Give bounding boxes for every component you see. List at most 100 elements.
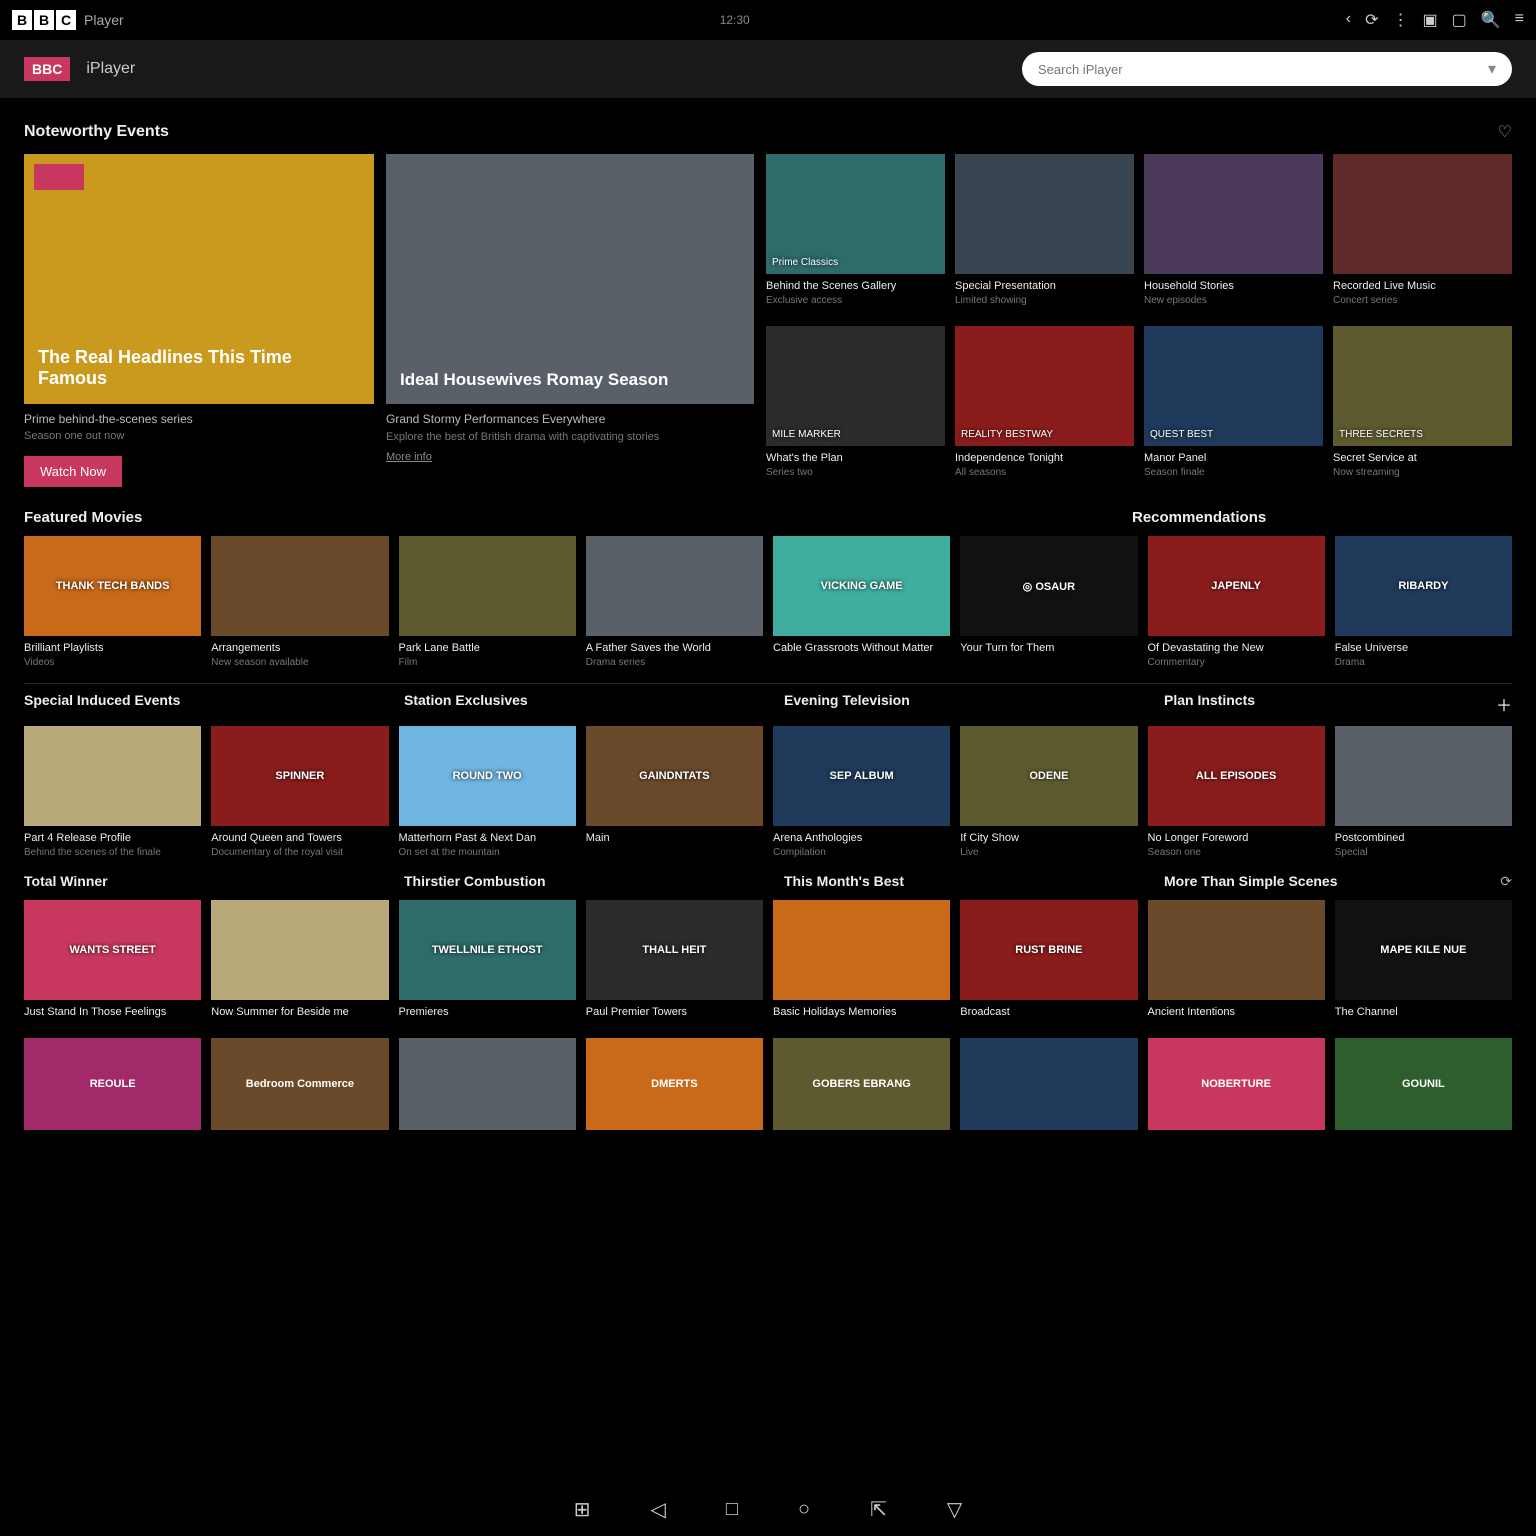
show-card[interactable]: DMERTS (586, 1038, 763, 1130)
show-card[interactable]: ODENEIf City ShowLive (960, 726, 1137, 859)
show-card[interactable]: MAPE KILE NUEThe Channel (1335, 900, 1512, 1020)
show-card[interactable]: SEP ALBUMArena AnthologiesCompilation (773, 726, 950, 859)
show-card[interactable]: GOBERS EBRANG (773, 1038, 950, 1130)
show-card[interactable]: THREE SECRETS Secret Service at Now stream… (1333, 326, 1512, 488)
brand-name: iPlayer (86, 60, 135, 78)
thumb-overlay (399, 536, 576, 636)
card-title: Park Lane Battle (399, 642, 576, 654)
show-card[interactable]: SPINNERAround Queen and TowersDocumentar… (211, 726, 388, 859)
nav-share-icon[interactable]: ⇱ (870, 1497, 887, 1522)
card-desc: Drama (1335, 656, 1512, 669)
show-card[interactable]: A Father Saves the WorldDrama series (586, 536, 763, 669)
show-card[interactable]: RUST BRINEBroadcast (960, 900, 1137, 1020)
show-card[interactable]: ArrangementsNew season available (211, 536, 388, 669)
bbc-logo: B B C (12, 10, 76, 30)
show-card[interactable]: Ancient Intentions (1148, 900, 1325, 1020)
section-title: Station Exclusives (404, 692, 784, 716)
favorite-icon[interactable]: ♡ (1498, 122, 1512, 142)
thumb-overlay: MILE MARKER (766, 326, 945, 446)
thumb-overlay: ALL EPISODES (1148, 726, 1325, 826)
nav-recent-icon[interactable]: □ (726, 1498, 738, 1521)
thumb-overlay (1333, 154, 1512, 274)
show-card[interactable]: RIBARDYFalse UniverseDrama (1335, 536, 1512, 669)
card-title: Part 4 Release Profile (24, 832, 201, 844)
events-row: Part 4 Release ProfileBehind the scenes … (24, 726, 1512, 859)
card-title: Premieres (399, 1006, 576, 1018)
card-desc: Season one (1148, 846, 1325, 859)
show-card[interactable]: Recorded Live MusicConcert series (1333, 154, 1512, 316)
card-desc: New episodes (1144, 294, 1323, 307)
nav-home-icon[interactable]: ○ (798, 1498, 810, 1521)
show-card[interactable]: MILE MARKERWhat's the PlanSeries two (766, 326, 945, 488)
thumb-overlay (24, 726, 201, 826)
watch-now-button[interactable]: Watch Now (24, 456, 122, 487)
hero-card-primary[interactable]: The Real Headlines This Time Famous Prim… (24, 154, 374, 487)
show-card[interactable]: Special PresentationLimited showing (955, 154, 1134, 316)
show-card[interactable]: WANTS STREETJust Stand In Those Feelings (24, 900, 201, 1020)
more-icon[interactable]: ⋮ (1392, 10, 1408, 30)
show-card[interactable]: THANK TECH BANDSBrilliant PlaylistsVideo… (24, 536, 201, 669)
mic-icon[interactable]: ▾ (1488, 59, 1496, 79)
show-card[interactable]: JAPENLYOf Devastating the NewCommentary (1148, 536, 1325, 669)
show-card[interactable]: Part 4 Release ProfileBehind the scenes … (24, 726, 201, 859)
search-icon[interactable]: 🔍 (1481, 10, 1501, 30)
show-card[interactable]: Prime ClassicsBehind the Scenes GalleryE… (766, 154, 945, 316)
hero-description: Explore the best of British drama with c… (386, 430, 754, 445)
nav-apps-icon[interactable]: ⊞ (574, 1497, 591, 1522)
hero-title: Ideal Housewives Romay Season (400, 370, 668, 390)
refresh-icon[interactable]: ⟳ (1500, 873, 1512, 890)
show-card[interactable]: ROUND TWOMatterhorn Past & Next DanOn se… (399, 726, 576, 859)
more-info-link[interactable]: More info (386, 451, 432, 463)
thumb-overlay: Prime Classics (766, 154, 945, 274)
show-card[interactable]: TWELLNILE ETHOSTPremieres (399, 900, 576, 1020)
thumb-overlay: WANTS STREET (24, 900, 201, 1000)
bookmark-icon[interactable]: ▣ (1422, 10, 1437, 30)
show-card[interactable]: THALL HEITPaul Premier Towers (586, 900, 763, 1020)
show-card[interactable]: Now Summer for Beside me (211, 900, 388, 1020)
section-title: Special Induced Events (24, 692, 404, 716)
card-desc: Documentary of the royal visit (211, 846, 388, 859)
channel-badge[interactable]: BBC (24, 57, 70, 81)
thumb-overlay (211, 536, 388, 636)
card-title: False Universe (1335, 642, 1512, 654)
card-title: Special Presentation (955, 280, 1134, 292)
show-card[interactable] (399, 1038, 576, 1130)
card-title: No Longer Foreword (1148, 832, 1325, 844)
show-card[interactable]: GOUNIL (1335, 1038, 1512, 1130)
show-card[interactable]: PostcombinedSpecial (1335, 726, 1512, 859)
back-icon[interactable]: ‹ (1346, 10, 1351, 30)
winner-row: WANTS STREETJust Stand In Those Feelings… (24, 900, 1512, 1020)
add-icon[interactable]: ＋ (1496, 692, 1512, 716)
hero-subtitle: Prime behind-the-scenes series (24, 412, 374, 426)
tabs-icon[interactable]: ▢ (1452, 10, 1467, 30)
show-card[interactable]: NOBERTURE (1148, 1038, 1325, 1130)
section-title: Plan Instincts (1164, 692, 1496, 716)
nav-down-icon[interactable]: ▽ (947, 1497, 962, 1522)
show-card[interactable]: ALL EPISODES No Longer Foreword Season one (1148, 726, 1325, 859)
hero-card-secondary[interactable]: Ideal Housewives Romay Season Grand Stor… (386, 154, 754, 487)
nav-back-icon[interactable]: ◁ (651, 1497, 666, 1522)
menu-icon[interactable]: ≡ (1515, 10, 1524, 30)
refresh-icon[interactable]: ⟳ (1365, 10, 1378, 30)
section-title: This Month's Best (784, 873, 1164, 890)
show-card[interactable]: GAINDNTATSMain (586, 726, 763, 859)
show-card[interactable]: REOULE (24, 1038, 201, 1130)
search-field[interactable]: ▾ (1022, 52, 1512, 86)
show-card[interactable]: Basic Holidays Memories (773, 900, 950, 1020)
card-desc: New season available (211, 656, 388, 669)
show-card[interactable]: QUEST BESTManor PanelSeason finale (1144, 326, 1323, 488)
card-title: Behind the Scenes Gallery (766, 280, 945, 292)
card-desc: Now streaming (1333, 466, 1512, 479)
search-input[interactable] (1038, 62, 1488, 77)
show-card[interactable]: Household StoriesNew episodes (1144, 154, 1323, 316)
show-card[interactable]: Bedroom Commerce (211, 1038, 388, 1130)
thumb-overlay: THREE SECRETS (1333, 326, 1512, 446)
show-card[interactable]: REALITY BESTWAYIndependence TonightAll s… (955, 326, 1134, 488)
show-card[interactable]: ◎ OSAURYour Turn for Them (960, 536, 1137, 669)
show-card[interactable]: Park Lane BattleFilm (399, 536, 576, 669)
card-title: Secret Service at (1333, 452, 1512, 464)
show-card[interactable]: VICKING GAMECable Grassroots Without Mat… (773, 536, 950, 669)
show-card[interactable] (960, 1038, 1137, 1130)
main-content: Noteworthy Events ♡ The Real Headlines T… (0, 98, 1536, 1482)
thumb-overlay (1148, 900, 1325, 1000)
